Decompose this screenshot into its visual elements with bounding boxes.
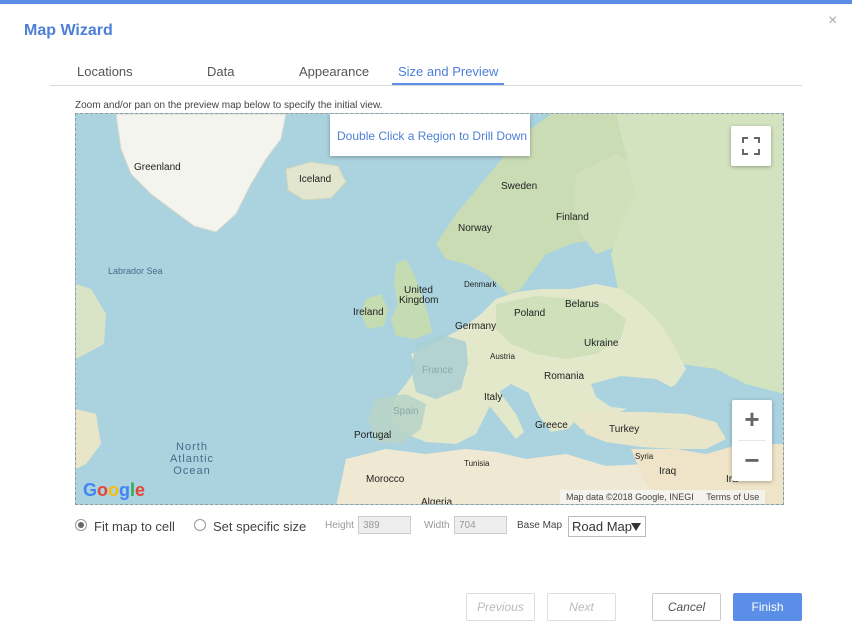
tab-locations[interactable]: Locations: [77, 64, 133, 85]
label-norway: Norway: [458, 223, 492, 234]
label-labrador-sea: Labrador Sea: [108, 266, 163, 276]
label-iraq: Iraq: [659, 466, 677, 477]
label-poland: Poland: [514, 308, 546, 319]
label-portugal: Portugal: [354, 430, 392, 441]
label-north-atlantic-line3: Ocean: [173, 465, 211, 477]
fullscreen-icon: [742, 137, 760, 155]
fullscreen-button[interactable]: [731, 126, 771, 166]
top-accent-bar: [0, 0, 852, 4]
fit-map-radio[interactable]: [75, 519, 87, 531]
label-france: France: [422, 365, 454, 376]
label-morocco: Morocco: [366, 474, 405, 485]
label-ireland: Ireland: [353, 307, 384, 318]
label-sweden: Sweden: [501, 181, 538, 192]
label-north-atlantic-line2: Atlantic: [169, 453, 215, 465]
label-greenland: Greenland: [134, 162, 181, 173]
label-north-atlantic-line1: North: [176, 441, 208, 453]
label-ukraine: Ukraine: [584, 338, 619, 349]
cancel-button[interactable]: Cancel: [652, 593, 721, 621]
label-algeria: Algeria: [421, 497, 453, 505]
google-logo: Google: [83, 480, 146, 500]
label-romania: Romania: [544, 371, 585, 382]
attribution-data: Map data ©2018 Google, INEGI: [566, 492, 694, 502]
height-input[interactable]: [358, 516, 411, 534]
label-denmark: Denmark: [464, 280, 497, 289]
label-greece: Greece: [535, 420, 568, 431]
zoom-out-button[interactable]: −: [732, 441, 772, 481]
label-germany: Germany: [455, 321, 497, 332]
finish-button[interactable]: Finish: [733, 593, 802, 621]
terms-of-use-link[interactable]: Terms of Use: [706, 492, 759, 502]
wizard-tabs: Locations Data Appearance Size and Previ…: [50, 58, 802, 86]
height-label: Height: [325, 520, 354, 531]
base-map-select[interactable]: Road Map: [568, 516, 646, 537]
map-hint-text: Zoom and/or pan on the preview map below…: [75, 100, 383, 111]
size-options: Fit map to cell Set specific size Height…: [75, 516, 795, 538]
map-attribution: Map data ©2018 Google, INEGI Terms of Us…: [560, 490, 766, 504]
fit-map-label[interactable]: Fit map to cell: [94, 519, 175, 534]
dropdown-arrow-icon: [631, 523, 641, 531]
width-label: Width: [424, 520, 450, 531]
label-united-kingdom-line2: Kingdom: [399, 295, 439, 306]
tab-size-and-preview[interactable]: Size and Preview: [392, 64, 505, 85]
tab-data[interactable]: Data: [207, 64, 234, 85]
drill-down-tooltip: Double Click a Region to Drill Down: [330, 114, 530, 156]
dialog-title: Map Wizard: [24, 22, 113, 39]
label-finland: Finland: [556, 212, 589, 223]
label-belarus: Belarus: [565, 299, 599, 310]
label-north-atlantic-ocean: North Atlantic Ocean: [162, 441, 222, 477]
set-size-radio[interactable]: [194, 519, 206, 531]
preview-map[interactable]: Greenland Iceland Sweden Finland Norway …: [75, 113, 784, 505]
close-icon[interactable]: ×: [828, 12, 842, 29]
base-map-value: Road Map: [572, 519, 632, 534]
label-iceland: Iceland: [299, 174, 332, 185]
label-syria: Syria: [635, 452, 654, 461]
label-spain: Spain: [393, 406, 419, 417]
set-size-label[interactable]: Set specific size: [213, 519, 306, 534]
previous-button[interactable]: Previous: [466, 593, 535, 621]
base-map-label: Base Map: [517, 520, 563, 531]
tab-appearance[interactable]: Appearance: [299, 64, 369, 85]
label-italy: Italy: [484, 392, 503, 403]
label-tunisia: Tunisia: [464, 459, 490, 468]
label-austria: Austria: [490, 352, 515, 361]
zoom-control: + −: [732, 400, 772, 481]
zoom-in-button[interactable]: +: [732, 400, 772, 440]
next-button[interactable]: Next: [547, 593, 616, 621]
label-turkey: Turkey: [609, 424, 640, 435]
width-input[interactable]: [454, 516, 507, 534]
